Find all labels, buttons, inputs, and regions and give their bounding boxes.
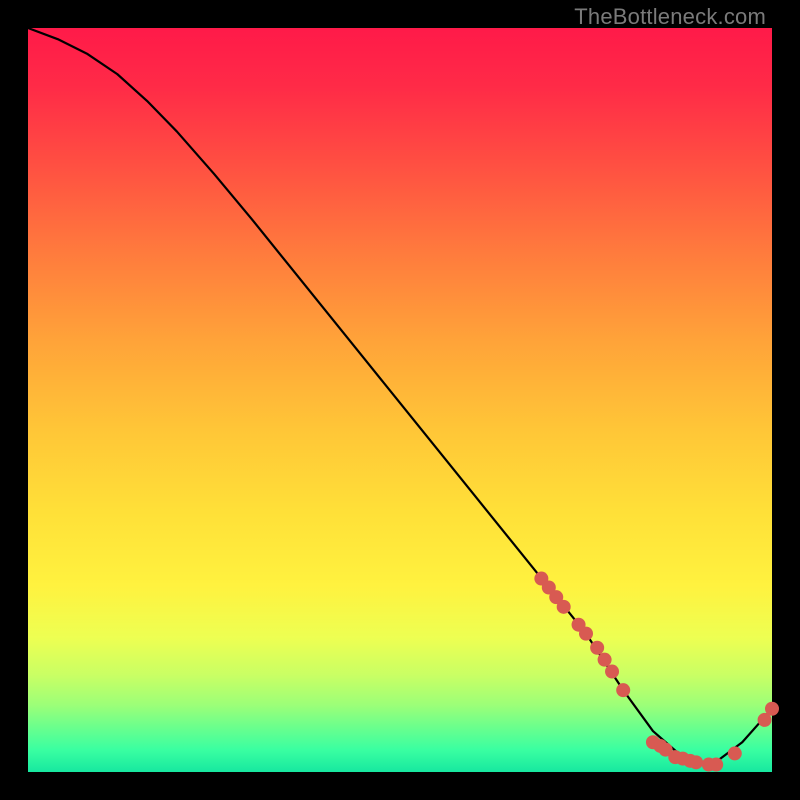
data-point (605, 665, 619, 679)
bottleneck-curve (28, 28, 772, 765)
data-point (598, 653, 612, 667)
data-point (765, 702, 779, 716)
data-point (709, 758, 723, 772)
data-point (590, 641, 604, 655)
data-point (616, 683, 630, 697)
watermark-text: TheBottleneck.com (574, 4, 766, 30)
data-point (728, 746, 742, 760)
data-point (579, 627, 593, 641)
data-point (689, 755, 703, 769)
chart-frame (28, 28, 772, 772)
chart-svg (28, 28, 772, 772)
data-point (557, 600, 571, 614)
